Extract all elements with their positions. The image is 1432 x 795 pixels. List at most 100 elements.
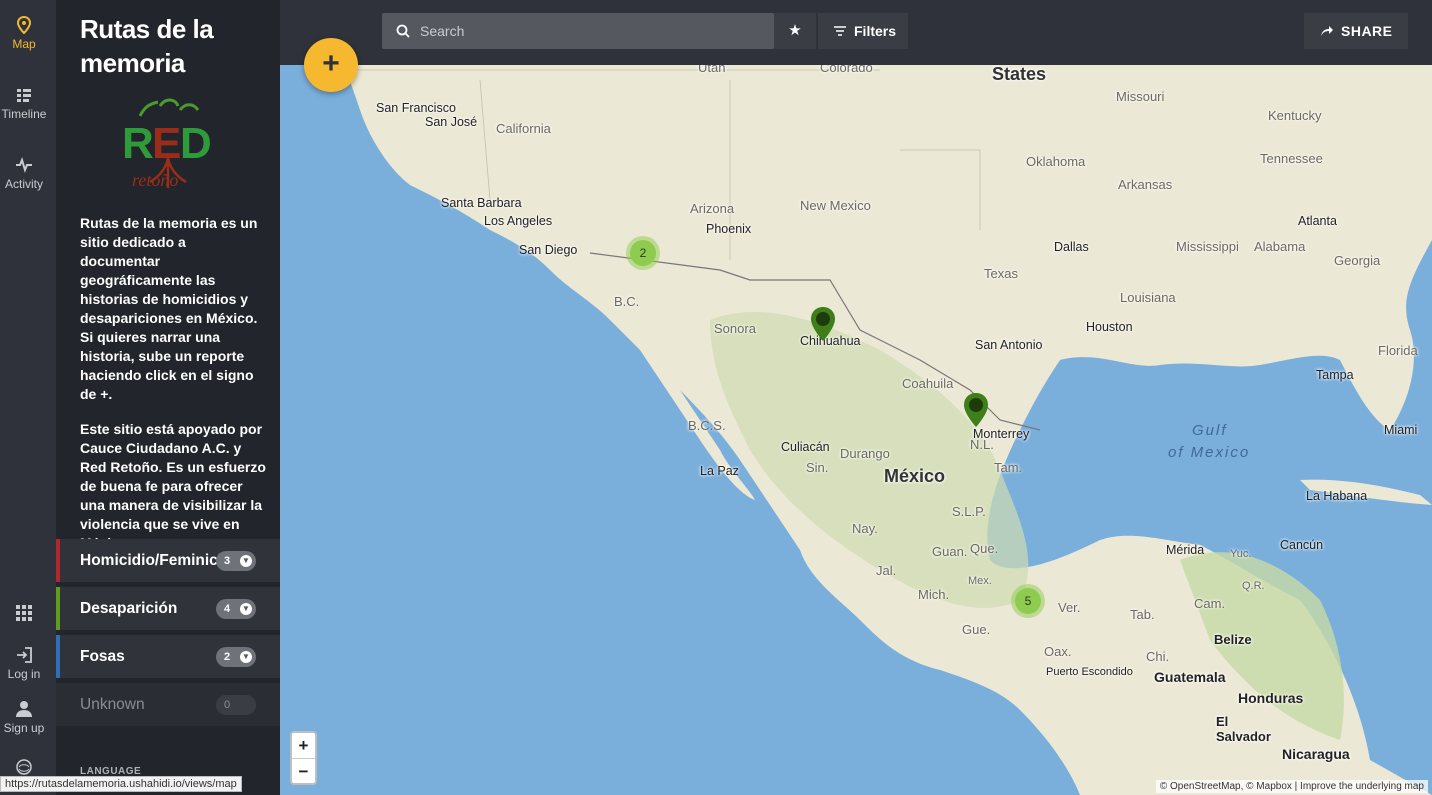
site-title: Rutas de la memoria xyxy=(80,14,214,78)
map-label-region: Nay. xyxy=(852,521,878,536)
category-count: 0 xyxy=(224,699,231,711)
map-label-states: States xyxy=(992,64,1047,84)
map-label-city: San Francisco xyxy=(376,101,456,115)
chevron-down-icon: ▼ xyxy=(240,555,252,567)
nav-timeline[interactable]: Timeline xyxy=(0,86,48,121)
map-label-city: San Antonio xyxy=(975,338,1043,352)
ushahidi-logo-icon xyxy=(16,759,32,775)
zoom-control: + − xyxy=(290,731,317,785)
nav-map-label: Map xyxy=(12,37,36,51)
map-label-region: Ver. xyxy=(1058,600,1081,615)
map-label-region: Tennessee xyxy=(1260,151,1323,166)
map-label-region: Alabama xyxy=(1254,239,1306,254)
category-fosas[interactable]: Fosas 2 ▼ xyxy=(56,635,280,678)
grid-icon xyxy=(16,605,32,621)
svg-text:retoño: retoño xyxy=(132,170,178,190)
map-cluster-count: 2 xyxy=(630,240,656,266)
map-label-city: Atlanta xyxy=(1298,214,1337,228)
map-label-city: La Habana xyxy=(1306,489,1368,503)
map-label-city: La Paz xyxy=(700,464,739,478)
map-label-city: Guatemala xyxy=(1154,669,1226,685)
map-label-city: Mérida xyxy=(1166,543,1205,557)
map-label-region: Yuc. xyxy=(1230,548,1252,560)
zoom-out-button[interactable]: − xyxy=(292,758,315,783)
category-unknown[interactable]: Unknown 0 xyxy=(56,683,280,726)
category-count-badge[interactable]: 0 xyxy=(216,695,256,715)
zoom-in-button[interactable]: + xyxy=(292,733,315,758)
nav-activity[interactable]: Activity xyxy=(0,156,48,191)
map-pin-icon xyxy=(16,16,32,34)
map-label-region: Q.R. xyxy=(1242,580,1265,592)
map-label-city: Puerto Escondido xyxy=(1046,666,1133,678)
category-count: 3 xyxy=(224,555,231,567)
map-marker-chihuahua[interactable] xyxy=(810,307,836,343)
filters-label: Filters xyxy=(854,23,897,39)
description-paragraph: Este sitio está apoyado por Cauce Ciudad… xyxy=(80,421,266,551)
map-label-region: Durango xyxy=(840,446,890,461)
login-icon xyxy=(17,647,32,663)
category-count: 2 xyxy=(224,651,231,663)
share-button[interactable]: SHARE xyxy=(1304,13,1408,49)
map-label-city: El Salvador xyxy=(1216,714,1271,744)
map-label-region: Tab. xyxy=(1130,607,1155,622)
category-color-bar xyxy=(56,587,60,630)
main-nav: Map Timeline Activity Log in Sign up xyxy=(0,0,56,795)
category-count-badge[interactable]: 3 ▼ xyxy=(216,551,256,571)
map-label-region: Mississippi xyxy=(1176,239,1239,254)
map-label-region: Kentucky xyxy=(1268,108,1322,123)
top-toolbar: Search ★ Filters SHARE xyxy=(280,0,1432,65)
map-marker-monterrey[interactable] xyxy=(963,393,989,429)
map-cluster-count: 5 xyxy=(1015,588,1041,614)
add-post-button[interactable]: + xyxy=(304,38,358,92)
map-label-region: Gue. xyxy=(962,622,991,637)
map-label-region: Missouri xyxy=(1116,89,1165,104)
share-icon xyxy=(1321,26,1333,36)
map-label-region: New Mexico xyxy=(800,198,871,213)
description-paragraph: Rutas de la memoria es un sitio dedicado… xyxy=(80,215,258,402)
map-label-region: Cam. xyxy=(1194,596,1226,611)
map-label-region: Oklahoma xyxy=(1026,154,1086,169)
map-label-city: San Diego xyxy=(519,243,578,257)
map-label-region: Florida xyxy=(1378,343,1418,358)
map-cluster[interactable]: 5 xyxy=(1011,584,1045,618)
star-icon: ★ xyxy=(788,22,802,39)
map-label-city: Miami xyxy=(1384,423,1418,437)
nav-login[interactable]: Log in xyxy=(0,646,48,681)
category-homicidio[interactable]: Homicidio/Feminicidio 3 ▼ xyxy=(56,539,280,582)
nav-timeline-label: Timeline xyxy=(1,107,47,121)
category-count-badge[interactable]: 4 ▼ xyxy=(216,599,256,619)
category-count-badge[interactable]: 2 ▼ xyxy=(216,647,256,667)
nav-apps[interactable] xyxy=(0,604,48,625)
nav-map[interactable]: Map xyxy=(0,16,48,51)
chevron-down-icon: ▼ xyxy=(240,603,252,615)
map-label-region: S.L.P. xyxy=(952,504,986,519)
map-attribution[interactable]: © OpenStreetMap, © Mapbox | Improve the … xyxy=(1155,780,1428,793)
site-description: Rutas de la memoria es un sitio dedicado… xyxy=(80,214,266,569)
category-color-bar xyxy=(56,539,60,582)
map-label-city: Nicaragua xyxy=(1282,746,1350,762)
nav-login-label: Log in xyxy=(7,667,41,681)
map-label-city: Culiacán xyxy=(781,440,830,454)
nav-activity-label: Activity xyxy=(4,177,43,191)
chevron-down-icon: ▼ xyxy=(240,651,252,663)
favorites-button[interactable]: ★ xyxy=(774,13,816,49)
category-desaparicion[interactable]: Desaparición 4 ▼ xyxy=(56,587,280,630)
nav-signup[interactable]: Sign up xyxy=(0,700,48,735)
search-input[interactable]: Search xyxy=(382,13,774,49)
map-label-city: Houston xyxy=(1086,320,1133,334)
map-canvas[interactable]: States México Gulf of Mexico San Francis… xyxy=(280,0,1432,795)
map-label-region: Oax. xyxy=(1044,644,1072,659)
site-logo: R E D retoño xyxy=(122,98,212,190)
map-label-city: Cancún xyxy=(1280,538,1324,552)
map-cluster[interactable]: 2 xyxy=(626,236,660,270)
timeline-icon xyxy=(17,89,31,102)
map-label-region: B.C.S. xyxy=(688,418,726,433)
map-label-region: Tam. xyxy=(994,460,1023,475)
map-label-region: B.C. xyxy=(614,294,640,309)
map-label-city: Honduras xyxy=(1238,690,1304,706)
map-label-region: Chi. xyxy=(1146,649,1170,664)
filters-button[interactable]: Filters xyxy=(818,13,908,49)
map-label-region: Coahuila xyxy=(902,376,954,391)
map-label-region: Mex. xyxy=(968,575,992,587)
nav-signup-label: Sign up xyxy=(3,721,45,735)
